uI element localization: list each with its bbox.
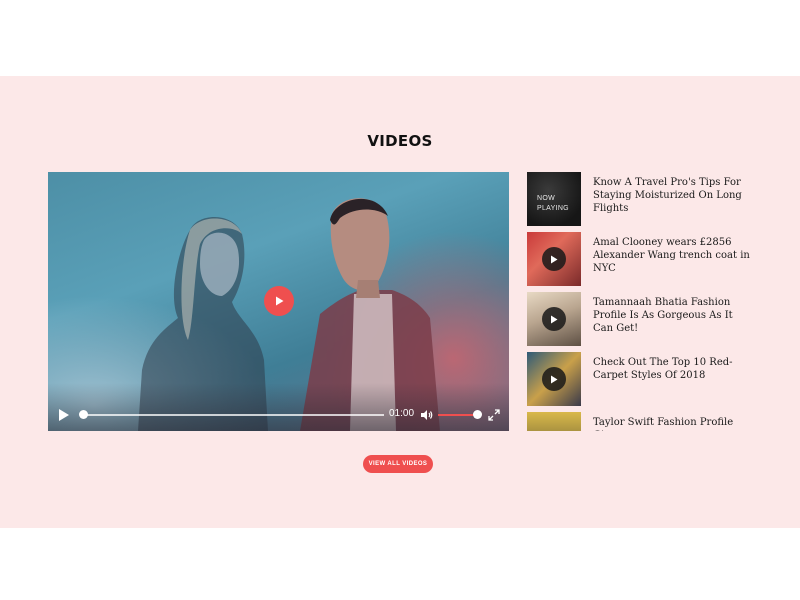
now-playing-label: NOW PLAYING bbox=[537, 195, 569, 212]
volume-handle[interactable] bbox=[473, 410, 482, 419]
thumbnail-play-button[interactable] bbox=[542, 247, 566, 271]
playlist-item[interactable]: NOW PLAYING Know A Travel Pro's Tips For… bbox=[527, 172, 757, 226]
video-thumbnail bbox=[527, 352, 581, 406]
play-icon bbox=[59, 409, 69, 421]
playlist-item[interactable]: Check Out The Top 10 Red-Carpet Styles O… bbox=[527, 352, 757, 406]
video-thumbnail bbox=[527, 412, 581, 431]
playlist-item-title: Tamannaah Bhatia Fashion Profile Is As G… bbox=[593, 297, 733, 334]
playlist-item[interactable]: Tamannaah Bhatia Fashion Profile Is As G… bbox=[527, 292, 757, 346]
playlist-item-title: Taylor Swift Fashion Profile Gives bbox=[593, 417, 734, 431]
play-icon bbox=[551, 375, 558, 383]
playlist-item-title: Know A Travel Pro's Tips For Staying Moi… bbox=[593, 177, 742, 214]
playlist-item[interactable]: Taylor Swift Fashion Profile Gives bbox=[527, 412, 757, 431]
video-thumbnail bbox=[527, 232, 581, 286]
thumbnail-play-button[interactable] bbox=[542, 367, 566, 391]
controls-bar bbox=[48, 383, 509, 431]
fullscreen-icon bbox=[488, 409, 500, 421]
seek-handle[interactable] bbox=[79, 410, 88, 419]
play-icon bbox=[276, 296, 284, 306]
playlist-item[interactable]: Amal Clooney wears £2856 Alexander Wang … bbox=[527, 232, 757, 286]
video-player[interactable]: 01:00 bbox=[48, 172, 509, 431]
thumbnail-play-button[interactable] bbox=[542, 307, 566, 331]
playlist-item-title: Check Out The Top 10 Red-Carpet Styles O… bbox=[593, 357, 733, 381]
big-play-button[interactable] bbox=[264, 286, 294, 316]
view-all-videos-button[interactable]: VIEW ALL VIDEOS bbox=[363, 455, 433, 473]
video-thumbnail bbox=[527, 292, 581, 346]
current-time: 01:00 bbox=[389, 408, 415, 419]
volume-level bbox=[438, 414, 475, 416]
play-icon bbox=[551, 255, 558, 263]
volume-button[interactable] bbox=[420, 408, 433, 426]
play-icon bbox=[551, 315, 558, 323]
fullscreen-button[interactable] bbox=[488, 408, 500, 426]
video-thumbnail: NOW PLAYING bbox=[527, 172, 581, 226]
volume-icon bbox=[421, 410, 433, 420]
playlist-item-title: Amal Clooney wears £2856 Alexander Wang … bbox=[593, 237, 750, 274]
seek-bar[interactable] bbox=[82, 414, 384, 416]
play-button[interactable] bbox=[58, 408, 70, 427]
video-playlist: NOW PLAYING Know A Travel Pro's Tips For… bbox=[527, 172, 757, 431]
section-title: VIDEOS bbox=[367, 132, 433, 150]
